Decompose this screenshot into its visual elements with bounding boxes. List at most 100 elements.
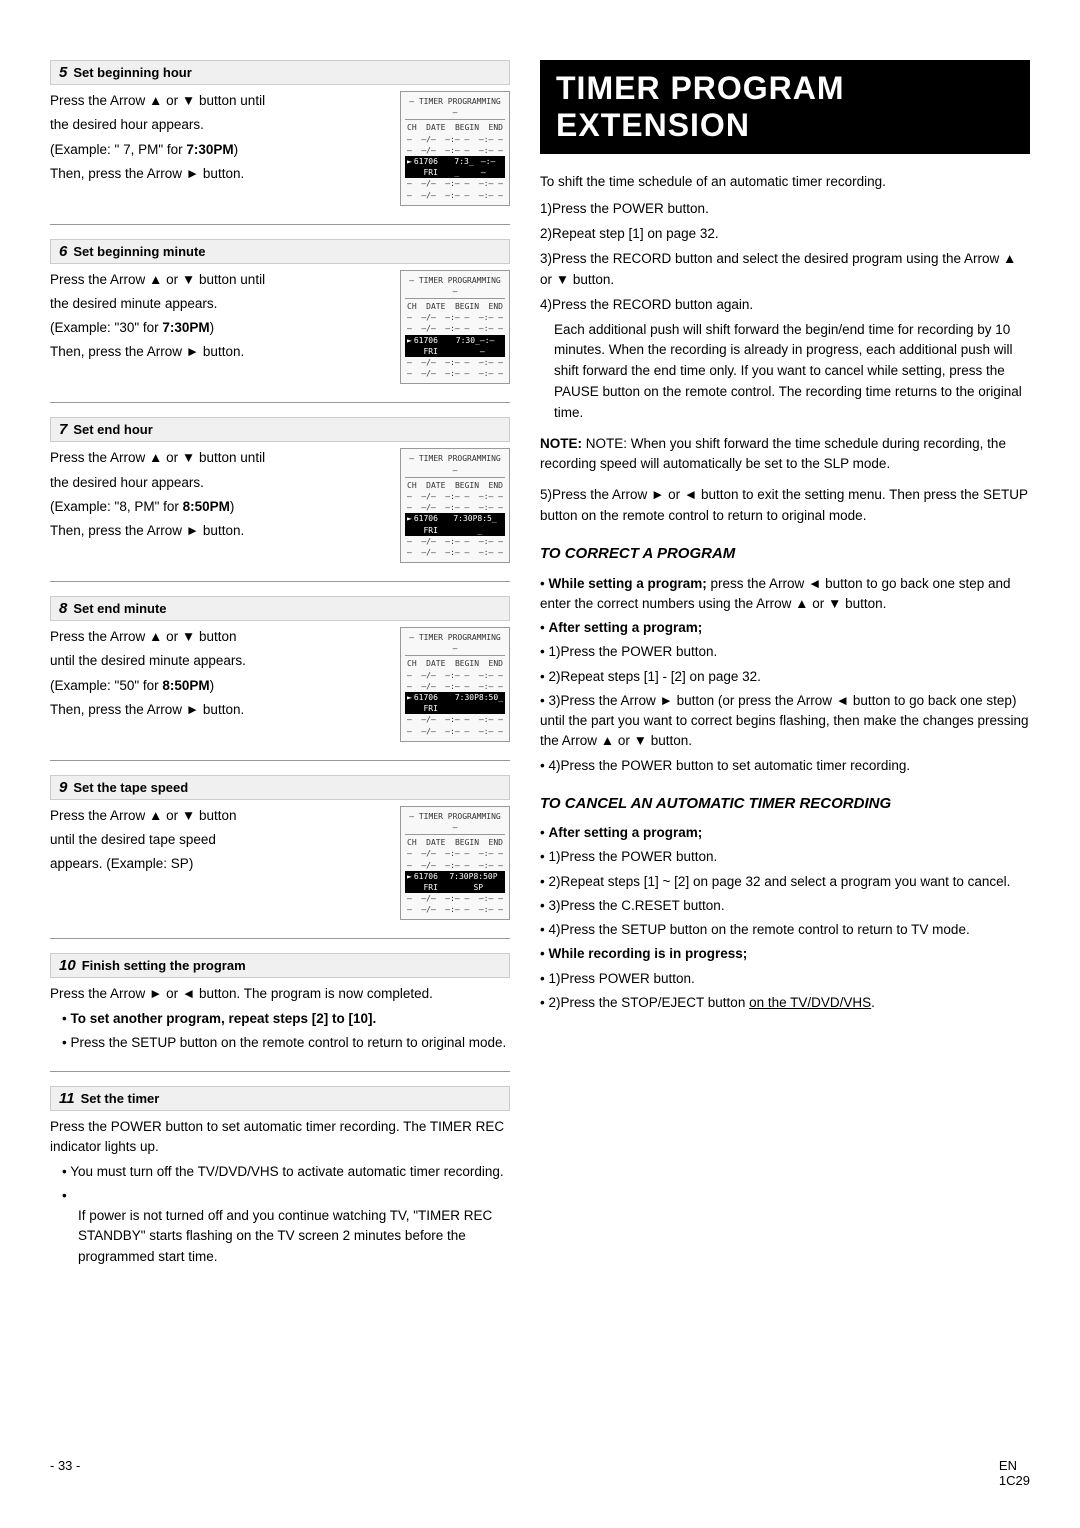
step-step7-header: 7 Set end hour [50,417,510,442]
step-step8-screen: – TIMER PROGRAMMING –CHDATEBEGINEND––/––… [400,627,510,742]
step-step9-content: Press the Arrow ▲ or ▼ buttonuntil the d… [50,806,510,921]
cancel-bold: After setting a program; [548,825,702,840]
paragraph1: Each additional push will shift forward … [554,320,1030,425]
after-step-4: 4)Press the POWER button to set automati… [540,756,1030,776]
left-column: 5 Set beginning hour Press the Arrow ▲ or… [50,60,510,1468]
divider-step8 [50,760,510,761]
step-11-indent: If power is not turned off and you conti… [78,1206,510,1267]
step-step8-content: Press the Arrow ▲ or ▼ buttonuntil the d… [50,627,510,742]
step-title: Set beginning hour [73,65,191,80]
step-num: 7 [59,421,67,438]
step-11-header: 11 Set the timer [50,1086,510,1111]
step-step9-screen: – TIMER PROGRAMMING –CHDATEBEGINEND––/––… [400,806,510,921]
divider-step5 [50,224,510,225]
after-step-1: 1)Press the POWER button. [540,642,1030,662]
while-recording-item: While recording is in progress; [540,944,1030,964]
cancel-step-4: 4)Press the SETUP button on the remote c… [540,920,1030,940]
footer-right: EN 1C29 [999,1458,1030,1488]
step-step8-text: Press the Arrow ▲ or ▼ buttonuntil the d… [50,627,390,742]
step-10-block: 10 Finish setting the program Press the … [50,953,510,1053]
correct-bullet-2: After setting a program; [540,618,1030,638]
step-11-block: 11 Set the timer Press the POWER button … [50,1086,510,1267]
cancel-step-3: 3)Press the C.RESET button. [540,896,1030,916]
step-step6-screen: – TIMER PROGRAMMING –CHDATEBEGINEND––/––… [400,270,510,385]
after-setting-list: 1)Press the POWER button. 2)Repeat steps… [540,642,1030,776]
step-title: Set end minute [73,601,166,616]
step-step8-block: 8 Set end minute Press the Arrow ▲ or ▼ b… [50,596,510,742]
correct-bullets: While setting a program; press the Arrow… [540,574,1030,639]
step-step9-header: 9 Set the tape speed [50,775,510,800]
intro-text: To shift the time schedule of an automat… [540,172,1030,193]
cancel-after-setting: After setting a program; [540,823,1030,843]
step-step6-block: 6 Set beginning minute Press the Arrow ▲ … [50,239,510,385]
divider-step6 [50,402,510,403]
step-num: 8 [59,600,67,617]
cancel-step-2: 2)Repeat steps [1] ~ [2] on page 32 and … [540,872,1030,892]
step-step5-screen: – TIMER PROGRAMMING –CHDATEBEGINEND––/––… [400,91,510,206]
correct-bold-1: While setting a program; [548,576,706,591]
while-step-2: 2)Press the STOP/EJECT button on the TV/… [540,993,1030,1013]
step-10-bullet-1: To set another program, repeat steps [2]… [62,1009,510,1029]
step-step9-block: 9 Set the tape speed Press the Arrow ▲ or… [50,775,510,921]
right-step3: 3)Press the RECORD button and select the… [540,249,1030,291]
step-step6-content: Press the Arrow ▲ or ▼ button untilthe d… [50,270,510,385]
step-title: Set end hour [73,422,152,437]
correct-section-title: TO CORRECT A PROGRAM [540,542,1030,565]
step-step6-text: Press the Arrow ▲ or ▼ button untilthe d… [50,270,390,385]
step-num: 9 [59,779,67,796]
page-number: - 33 - [50,1458,80,1488]
note-text: NOTE: When you shift forward the time sc… [540,436,1006,471]
step-step5-content: Press the Arrow ▲ or ▼ button untilthe d… [50,91,510,206]
cancel-section-title: TO CANCEL AN AUTOMATIC TIMER RECORDING [540,792,1030,815]
right-step2: 2)Repeat step [1] on page 32. [540,224,1030,245]
correct-bold-2: After setting a program; [548,620,702,635]
while-step-1: 1)Press POWER button. [540,969,1030,989]
step-11-bullet-1: You must turn off the TV/DVD/VHS to acti… [62,1162,510,1182]
step-11-num: 11 [59,1090,75,1107]
after-step-3: 3)Press the Arrow ► button (or press the… [540,691,1030,752]
cancel-bullets: After setting a program; [540,823,1030,843]
note-block: NOTE: NOTE: When you shift forward the t… [540,434,1030,475]
step-11-text: Press the POWER button to set automatic … [50,1117,510,1267]
right-step5: 5)Press the Arrow ► or ◄ button to exit … [540,485,1030,527]
right-step1: 1)Press the POWER button. [540,199,1030,220]
steps-section: 5 Set beginning hour Press the Arrow ▲ or… [50,60,510,920]
step-title: Set the tape speed [73,780,188,795]
step-step5-block: 5 Set beginning hour Press the Arrow ▲ or… [50,60,510,206]
right-body: To shift the time schedule of an automat… [540,172,1030,1013]
step-10-header: 10 Finish setting the program [50,953,510,978]
while-recording-bullets: While recording is in progress; [540,944,1030,964]
while-recording-bold: While recording is in progress; [548,946,747,961]
divider-11 [50,1071,510,1072]
page-footer: - 33 - EN 1C29 [0,1458,1080,1488]
right-step4: 4)Press the RECORD button again. [540,295,1030,316]
step-11-bullets: You must turn off the TV/DVD/VHS to acti… [62,1162,510,1267]
page-title: TIMER PROGRAM EXTENSION [540,60,1030,154]
after-step-2: 2)Repeat steps [1] - [2] on page 32. [540,667,1030,687]
footer-code: 1C29 [999,1473,1030,1488]
correct-bullet-1: While setting a program; press the Arrow… [540,574,1030,615]
step-step7-block: 7 Set end hour Press the Arrow ▲ or ▼ but… [50,417,510,563]
step-num: 5 [59,64,67,81]
step-step5-text: Press the Arrow ▲ or ▼ button untilthe d… [50,91,390,206]
step-10-text: Press the Arrow ► or ◄ button. The progr… [50,984,510,1053]
step-step9-text: Press the Arrow ▲ or ▼ buttonuntil the d… [50,806,390,921]
step-10-bullet-2: Press the SETUP button on the remote con… [62,1033,510,1053]
step-num: 6 [59,243,67,260]
step-11-bullet-2: If power is not turned off and you conti… [62,1186,510,1267]
step-step8-header: 8 Set end minute [50,596,510,621]
cancel-step-1: 1)Press the POWER button. [540,847,1030,867]
divider-step7 [50,581,510,582]
step-10-bullets: To set another program, repeat steps [2]… [62,1009,510,1054]
step-step6-header: 6 Set beginning minute [50,239,510,264]
step-step7-screen: – TIMER PROGRAMMING –CHDATEBEGINEND––/––… [400,448,510,563]
divider-10 [50,938,510,939]
step-step7-content: Press the Arrow ▲ or ▼ button untilthe d… [50,448,510,563]
step-step7-text: Press the Arrow ▲ or ▼ button untilthe d… [50,448,390,563]
step-step5-header: 5 Set beginning hour [50,60,510,85]
step-10-num: 10 [59,957,76,974]
step-title: Set beginning minute [73,244,205,259]
right-column: TIMER PROGRAM EXTENSION To shift the tim… [540,60,1030,1468]
page: 5 Set beginning hour Press the Arrow ▲ or… [0,0,1080,1528]
cancel-steps-list: 1)Press the POWER button. 2)Repeat steps… [540,847,1030,940]
